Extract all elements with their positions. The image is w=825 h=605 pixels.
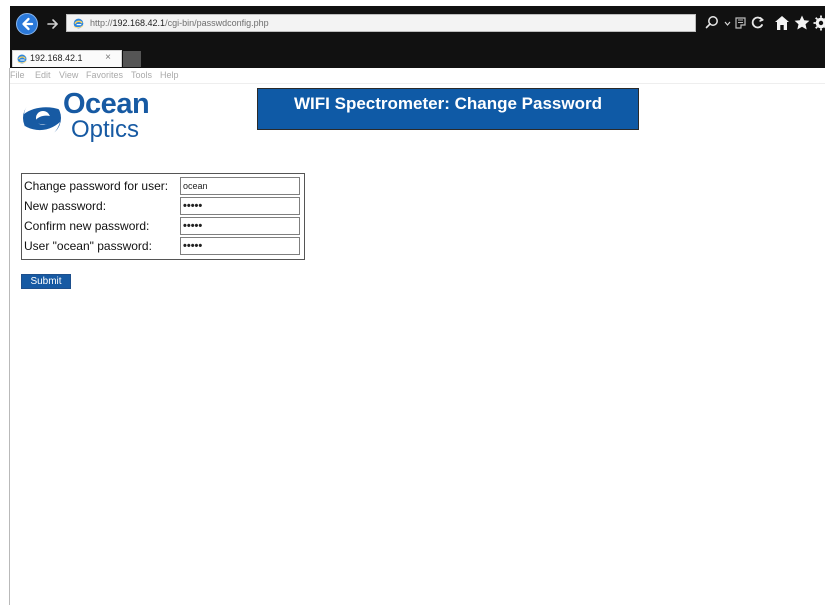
back-arrow-icon — [22, 17, 34, 31]
settings-icon[interactable] — [812, 14, 825, 32]
form-row-ocean-password: User "ocean" password: ••••• — [22, 237, 304, 255]
new-password-input[interactable]: ••••• — [180, 197, 300, 215]
favorites-icon[interactable] — [793, 14, 811, 32]
ie-page-icon — [73, 18, 84, 29]
menu-edit[interactable]: Edit — [35, 70, 51, 81]
confirm-password-input[interactable]: ••••• — [180, 217, 300, 235]
new-tab-button[interactable] — [123, 51, 141, 67]
browser-left-edge — [9, 68, 10, 605]
page-banner: WIFI Spectrometer: Change Password — [257, 88, 639, 130]
address-prefix: http:// — [90, 18, 113, 28]
forward-button[interactable] — [43, 15, 63, 33]
submit-button[interactable]: Submit — [21, 274, 71, 289]
menu-tools[interactable]: Tools — [131, 70, 152, 81]
menu-help[interactable]: Help — [160, 70, 179, 81]
dropdown-icon[interactable] — [724, 20, 731, 28]
page-title: WIFI Spectrometer: Change Password — [294, 94, 602, 113]
browser-toolbar-icons — [701, 13, 825, 33]
change-password-form: Change password for user: ocean New pass… — [21, 173, 305, 260]
form-row-confirm-password: Confirm new password: ••••• — [22, 217, 304, 235]
logo-word-optics: Optics — [71, 116, 140, 143]
tab-label: 192.168.42.1 — [30, 53, 83, 63]
menu-view[interactable]: View — [59, 70, 78, 81]
forward-arrow-icon — [47, 19, 58, 29]
address-host: 192.168.42.1 — [112, 18, 166, 28]
address-url: http://192.168.42.1/cgi-bin/passwdconfig… — [90, 17, 269, 29]
form-row-user: Change password for user: ocean — [22, 177, 304, 195]
new-password-label: New password: — [24, 199, 107, 213]
address-path: /cgi-bin/passwdconfig.php — [165, 18, 269, 28]
menu-favorites[interactable]: Favorites — [86, 70, 123, 81]
change-password-user-label: Change password for user: — [24, 179, 169, 193]
ocean-user-password-label: User "ocean" password: — [24, 239, 152, 253]
ocean-optics-logo: Ocean Optics — [21, 88, 166, 146]
search-icon[interactable] — [705, 15, 720, 30]
ie-tab-icon — [17, 54, 27, 64]
menu-file[interactable]: File — [10, 70, 25, 81]
ocean-user-password-input[interactable]: ••••• — [180, 237, 300, 255]
ocean-optics-logo-mark — [23, 98, 61, 140]
confirm-password-label: Confirm new password: — [24, 219, 150, 233]
address-bar[interactable]: http://192.168.42.1/cgi-bin/passwdconfig… — [66, 14, 696, 32]
change-password-user-input[interactable]: ocean — [180, 177, 300, 195]
compatibility-icon[interactable] — [734, 16, 748, 30]
browser-window: http://192.168.42.1/cgi-bin/passwdconfig… — [0, 0, 825, 605]
refresh-icon[interactable] — [750, 15, 765, 30]
home-icon[interactable] — [773, 14, 791, 32]
tab-close-icon[interactable]: × — [105, 52, 111, 64]
menu-bar: File Edit View Favorites Tools Help — [10, 68, 825, 84]
form-row-new-password: New password: ••••• — [22, 197, 304, 215]
back-button[interactable] — [16, 13, 38, 35]
browser-tab[interactable]: 192.168.42.1 × — [12, 50, 122, 67]
